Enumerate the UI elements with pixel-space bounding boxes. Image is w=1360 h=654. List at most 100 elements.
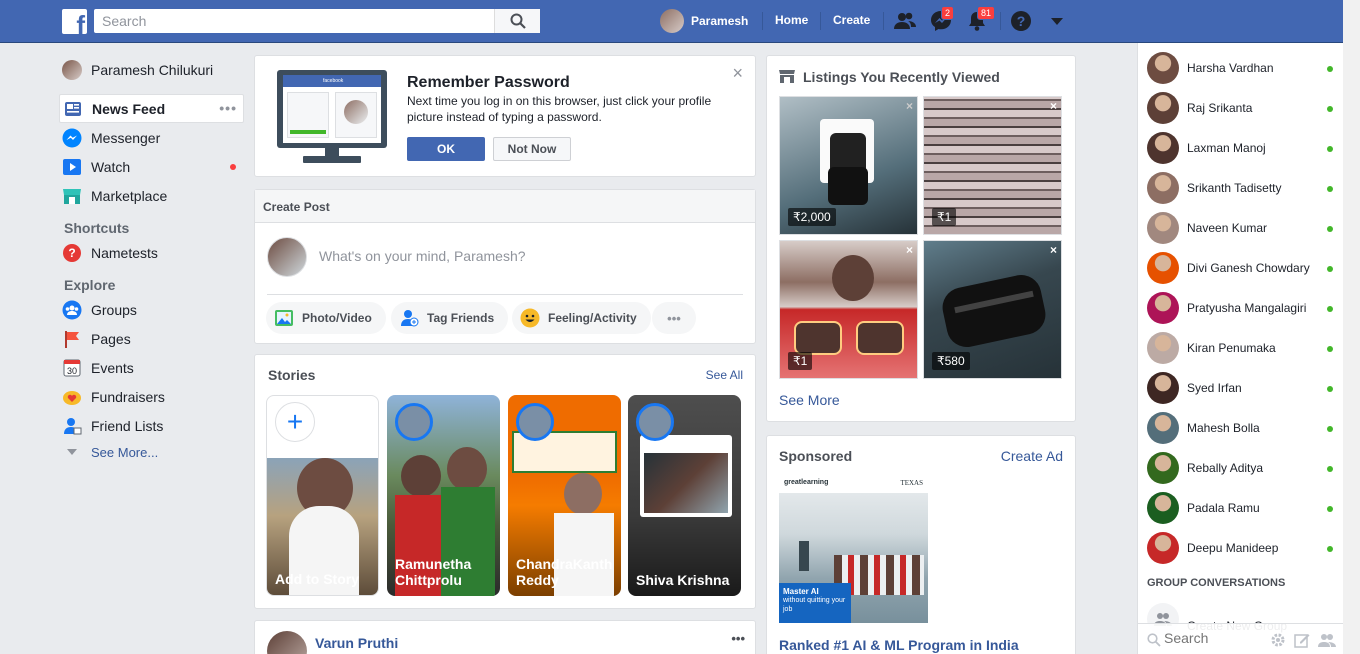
online-status-dot <box>1327 306 1333 312</box>
photo-video-label: Photo/Video <box>302 311 372 325</box>
account-menu-icon[interactable] <box>1050 16 1074 38</box>
see-all-stories-link[interactable]: See All <box>706 368 743 382</box>
sidebar-item-events[interactable]: 30 Events <box>59 353 244 382</box>
avatar <box>1147 212 1179 244</box>
listing-item[interactable]: × ₹580 <box>923 240 1062 379</box>
search-icon <box>510 13 526 29</box>
tag-friends-label: Tag Friends <box>427 311 495 325</box>
contact-item[interactable]: Rebally Aditya <box>1147 452 1337 484</box>
ad-image[interactable]: greatlearning TEXAS Master AI without qu… <box>779 475 928 623</box>
new-group-icon[interactable] <box>1318 632 1336 648</box>
avatar <box>1147 332 1179 364</box>
news-feed-icon <box>63 99 83 119</box>
friend-requests-icon[interactable] <box>893 10 917 32</box>
contact-item[interactable]: Naveen Kumar <box>1147 212 1337 244</box>
sidebar-item-nametests[interactable]: ? Nametests <box>59 238 244 267</box>
contact-item[interactable]: Mahesh Bolla <box>1147 412 1337 444</box>
compose-icon[interactable] <box>1294 632 1310 648</box>
notifications-icon[interactable]: 81 <box>966 6 996 32</box>
gear-icon[interactable] <box>1270 632 1286 648</box>
top-navigation-bar: f Paramesh Home Create 2 81 ? <box>0 0 1343 43</box>
listing-item[interactable]: × ₹2,000 <box>779 96 918 235</box>
sidebar-item-news-feed[interactable]: News Feed ••• <box>59 94 244 123</box>
create-ad-link[interactable]: Create Ad <box>1001 448 1063 464</box>
ok-button[interactable]: OK <box>407 137 485 161</box>
sidebar-item-profile[interactable]: Paramesh Chilukuri <box>59 56 244 84</box>
contact-name: Deepu Manideep <box>1187 541 1279 555</box>
create-link[interactable]: Create <box>833 13 870 27</box>
search-input[interactable] <box>94 9 494 33</box>
close-icon[interactable]: × <box>1050 99 1057 113</box>
story-shiva-krishna[interactable]: Shiva Krishna <box>628 395 741 596</box>
listing-price: ₹2,000 <box>788 208 836 226</box>
story-avatar <box>516 403 554 441</box>
more-post-options-button[interactable]: ••• <box>652 302 696 334</box>
sidebar-item-label: Marketplace <box>91 187 168 204</box>
contact-item[interactable]: Divi Ganesh Chowdary <box>1147 252 1337 284</box>
contact-item[interactable]: Kiran Penumaka <box>1147 332 1337 364</box>
contact-item[interactable]: Padala Ramu <box>1147 492 1337 524</box>
story-name: Add to Story <box>275 571 359 587</box>
marketplace-icon <box>779 69 795 83</box>
contact-item[interactable]: Srikanth Tadisetty <box>1147 172 1337 204</box>
more-options-icon[interactable]: ••• <box>219 101 237 115</box>
photo-icon <box>274 308 294 328</box>
online-status-dot <box>1327 466 1333 472</box>
avatar <box>267 631 307 654</box>
post-author-link[interactable]: Varun Pruthi <box>315 635 398 651</box>
search-button[interactable] <box>494 9 540 33</box>
page-scrollbar[interactable] <box>1343 0 1360 654</box>
sidebar-item-watch[interactable]: Watch <box>59 152 244 181</box>
close-icon[interactable]: × <box>1050 243 1057 257</box>
listing-item[interactable]: × ₹1 <box>779 240 918 379</box>
feeling-activity-label: Feeling/Activity <box>548 311 637 325</box>
contact-item[interactable]: Deepu Manideep <box>1147 532 1337 564</box>
contact-item[interactable]: Laxman Manoj <box>1147 132 1337 164</box>
ad-headline-link[interactable]: Ranked #1 AI & ML Program in India <box>779 637 1019 653</box>
chat-search-bar <box>1138 623 1344 654</box>
listings-title: Listings You Recently Viewed <box>803 69 1000 85</box>
story-add[interactable]: + Add to Story <box>266 395 379 596</box>
story-chandrakanth[interactable]: ChandraKanth Reddy <box>508 395 621 596</box>
close-icon[interactable]: × <box>906 99 913 113</box>
contact-name: Raj Srikanta <box>1187 101 1253 115</box>
facebook-logo[interactable]: f <box>62 9 87 34</box>
contact-item[interactable]: Syed Irfan <box>1147 372 1337 404</box>
sidebar-item-fundraisers[interactable]: Fundraisers <box>59 382 244 411</box>
listing-item[interactable]: × ₹1 <box>923 96 1062 235</box>
feeling-activity-button[interactable]: Feeling/Activity <box>512 302 651 334</box>
ad-overlay: Master AI without quitting your job <box>779 583 851 623</box>
messages-badge: 2 <box>941 6 955 20</box>
contact-item[interactable]: Harsha Vardhan <box>1147 52 1337 84</box>
chat-search-input[interactable] <box>1164 630 1264 646</box>
sidebar-item-friend-lists[interactable]: Friend Lists <box>59 411 244 440</box>
close-icon[interactable]: × <box>906 243 913 257</box>
sidebar-item-groups[interactable]: Groups <box>59 295 244 324</box>
avatar <box>1147 292 1179 324</box>
search-box <box>94 9 540 33</box>
photo-video-button[interactable]: Photo/Video <box>266 302 386 334</box>
contact-item[interactable]: Pratyusha Mangalagiri <box>1147 292 1337 324</box>
story-ramunetha[interactable]: Ramunetha Chittprolu <box>387 395 500 596</box>
online-status-dot <box>1327 186 1333 192</box>
calendar-day: 30 <box>67 366 77 376</box>
home-link[interactable]: Home <box>775 13 808 27</box>
post-composer-input[interactable]: What's on your mind, Paramesh? <box>319 248 526 264</box>
illustration-brand: facebook <box>283 75 381 87</box>
feed-post-card: Varun Pruthi ••• <box>254 620 756 654</box>
profile-link[interactable]: Paramesh <box>660 9 748 33</box>
contact-name: Syed Irfan <box>1187 381 1242 395</box>
sidebar-item-marketplace[interactable]: Marketplace <box>59 181 244 210</box>
listings-see-more-link[interactable]: See More <box>779 392 840 408</box>
not-now-button[interactable]: Not Now <box>493 137 571 161</box>
sidebar-see-more[interactable]: See More... <box>59 440 244 464</box>
sidebar-item-messenger[interactable]: Messenger <box>59 123 244 152</box>
contact-item[interactable]: Raj Srikanta <box>1147 92 1337 124</box>
divider <box>1000 12 1001 30</box>
sidebar-item-pages[interactable]: Pages <box>59 324 244 353</box>
messenger-icon[interactable]: 2 <box>930 6 955 32</box>
tag-friends-button[interactable]: Tag Friends <box>391 302 509 334</box>
post-options-icon[interactable]: ••• <box>731 631 745 646</box>
close-icon[interactable]: × <box>732 64 743 82</box>
help-icon[interactable]: ? <box>1010 10 1034 32</box>
